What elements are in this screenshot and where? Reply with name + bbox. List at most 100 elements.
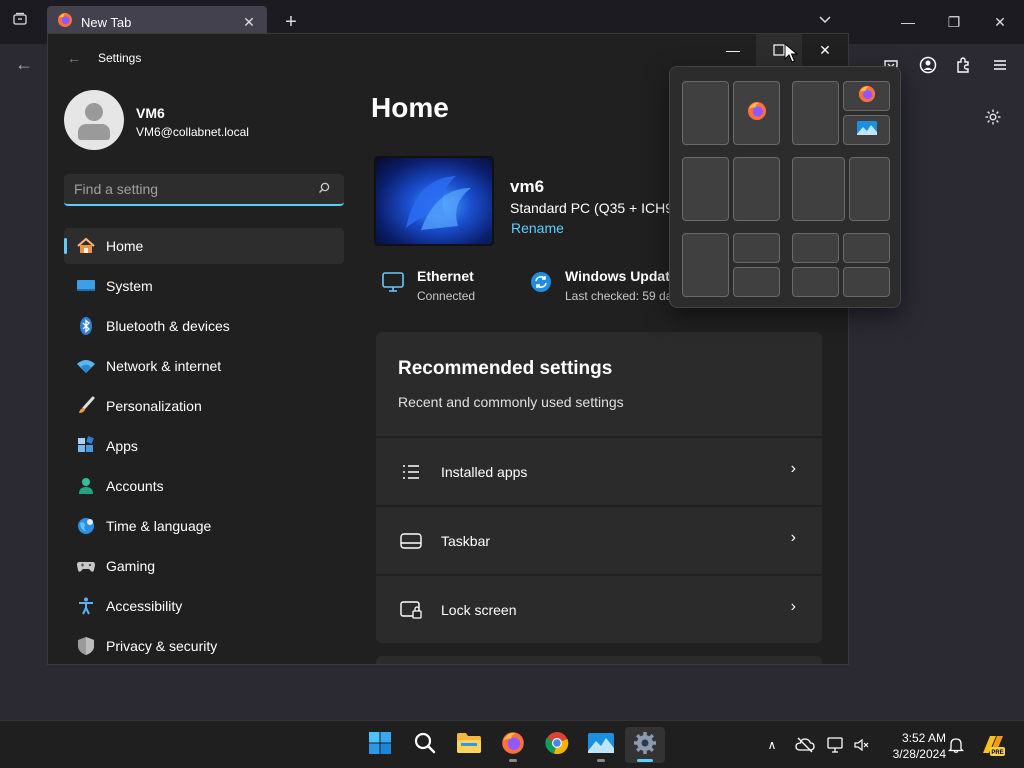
nav-item-privacy[interactable]: Privacy & security — [64, 628, 344, 664]
snap-zone[interactable] — [792, 81, 839, 145]
nav-item-network[interactable]: Network & internet — [64, 348, 344, 384]
close-button[interactable]: ✕ — [802, 34, 848, 66]
chevron-down-icon[interactable] — [815, 12, 835, 32]
browser-tab-title: New Tab — [81, 14, 132, 30]
nav-item-label: System — [106, 278, 153, 294]
tab-list-icon[interactable] — [8, 11, 32, 33]
nav-item-label: Time & language — [106, 518, 212, 534]
snap-zone[interactable] — [849, 157, 890, 221]
back-arrow-icon[interactable]: ← — [12, 52, 36, 76]
globe-icon — [76, 516, 96, 536]
snap-zone[interactable] — [843, 115, 890, 145]
device-wallpaper-thumbnail — [374, 156, 494, 246]
windows-update-icon — [529, 270, 553, 294]
nav-item-home[interactable]: Home — [64, 228, 344, 264]
back-arrow-icon[interactable]: ← — [64, 48, 84, 68]
nav-item-label: Apps — [106, 438, 138, 454]
clock[interactable]: 3:52 AM 3/28/2024 — [880, 730, 946, 762]
volume-muted-icon[interactable] — [851, 733, 873, 757]
start-button[interactable] — [360, 727, 400, 763]
running-indicator — [597, 759, 605, 762]
snap-zone[interactable] — [843, 81, 890, 111]
rename-link[interactable]: Rename — [511, 220, 564, 236]
nav-item-label: Privacy & security — [106, 638, 218, 654]
minimize-button[interactable]: — — [710, 34, 756, 66]
snap-layouts-flyout — [669, 66, 901, 308]
ethernet-icon — [381, 270, 405, 294]
close-tab-icon[interactable]: ✕ — [241, 14, 257, 31]
avatar-head — [85, 103, 103, 121]
nav-item-bluetooth[interactable]: Bluetooth & devices — [64, 308, 344, 344]
recommended-row-installed-apps[interactable]: Installed apps › — [376, 438, 822, 505]
running-indicator — [509, 759, 517, 762]
recommended-settings-card: Recommended settings Recent and commonly… — [376, 332, 822, 436]
taskbar-search-button[interactable] — [405, 727, 445, 763]
search-box[interactable] — [64, 174, 344, 206]
photos-taskbar-button[interactable] — [581, 727, 621, 763]
nav-item-label: Home — [106, 238, 144, 254]
snap-zone[interactable] — [792, 233, 839, 263]
nav-item-apps[interactable]: Apps — [64, 428, 344, 464]
settings-taskbar-button[interactable] — [625, 727, 665, 763]
snap-zone[interactable] — [792, 157, 845, 221]
tray-expand-button[interactable]: ∧ — [761, 733, 783, 757]
recommended-row-lock-screen[interactable]: Lock screen › — [376, 576, 822, 643]
device-name: vm6 — [510, 177, 545, 196]
cloud-offline-icon[interactable] — [794, 733, 816, 757]
snap-zone[interactable] — [733, 233, 780, 263]
browser-minimize-button[interactable]: — — [885, 0, 931, 44]
mouse-cursor-icon — [784, 42, 799, 63]
snap-zone[interactable] — [733, 157, 780, 221]
firefox-icon — [501, 731, 525, 760]
windows-logo-icon — [368, 731, 392, 760]
avatar[interactable] — [64, 90, 124, 150]
search-input[interactable] — [74, 181, 318, 197]
lock-screen-icon — [400, 600, 422, 620]
network-icon[interactable] — [825, 733, 847, 757]
account-icon[interactable] — [915, 52, 941, 78]
nav-item-gaming[interactable]: Gaming — [64, 548, 344, 584]
browser-restore-button[interactable]: ❐ — [931, 0, 977, 44]
snap-zone[interactable] — [682, 157, 729, 221]
snap-zone[interactable] — [843, 233, 890, 263]
file-explorer-button[interactable] — [449, 727, 489, 763]
home-icon — [76, 236, 96, 256]
search-icon[interactable] — [318, 182, 334, 197]
snap-zone[interactable] — [682, 81, 729, 145]
firefox-icon — [858, 85, 876, 108]
photos-icon — [856, 120, 877, 140]
nav-item-system[interactable]: System — [64, 268, 344, 304]
nav-item-accessibility[interactable]: Accessibility — [64, 588, 344, 624]
shield-icon — [76, 636, 96, 656]
extensions-icon[interactable] — [951, 52, 977, 78]
firefox-taskbar-button[interactable] — [493, 727, 533, 763]
snap-zone[interactable] — [843, 267, 890, 297]
browser-close-button[interactable]: ✕ — [977, 0, 1023, 44]
snap-zone[interactable] — [733, 267, 780, 297]
row-label: Lock screen — [441, 602, 517, 618]
recommended-row-taskbar[interactable]: Taskbar › — [376, 507, 822, 574]
hamburger-menu-icon[interactable] — [987, 52, 1013, 78]
gear-icon[interactable] — [980, 104, 1006, 130]
windows-update-status[interactable]: Windows Update Last checked: 59 da — [529, 266, 669, 306]
person-icon — [76, 476, 96, 496]
search-icon — [413, 731, 437, 760]
notification-bell-icon[interactable] — [945, 733, 967, 757]
copilot-preview-icon[interactable]: PRE — [979, 733, 1007, 757]
new-tab-button[interactable]: + — [280, 10, 302, 34]
snap-zone[interactable] — [792, 267, 839, 297]
ethernet-status[interactable]: Ethernet Connected — [381, 266, 521, 306]
pre-badge-text: PRE — [991, 750, 1003, 756]
chrome-taskbar-button[interactable] — [537, 727, 577, 763]
snap-zone[interactable] — [733, 81, 780, 145]
ethernet-subtitle: Connected — [417, 289, 476, 303]
accessibility-icon — [76, 596, 96, 616]
wifi-icon — [76, 356, 96, 376]
profile-name: VM6 — [136, 105, 165, 121]
snap-zone[interactable] — [682, 233, 729, 297]
row-label: Installed apps — [441, 464, 528, 480]
firefox-icon — [57, 12, 73, 33]
nav-item-time-language[interactable]: Time & language — [64, 508, 344, 544]
nav-item-personalization[interactable]: Personalization — [64, 388, 344, 424]
nav-item-accounts[interactable]: Accounts — [64, 468, 344, 504]
